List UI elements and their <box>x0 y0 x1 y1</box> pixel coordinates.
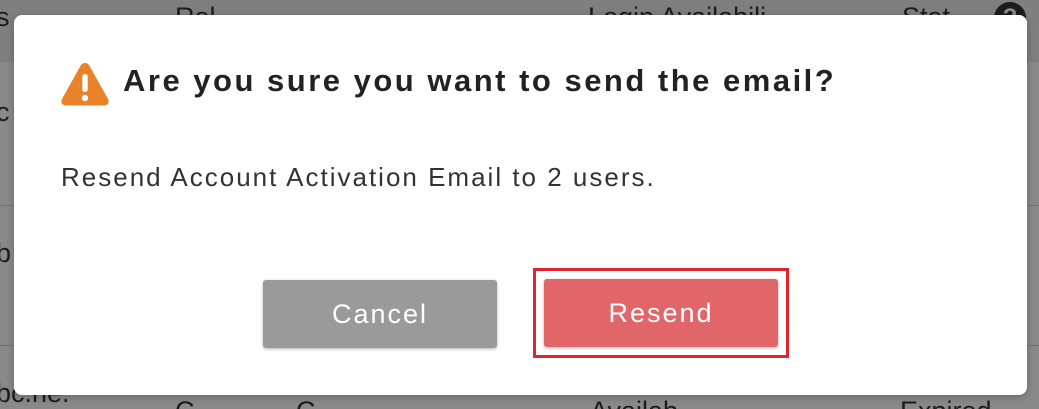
dialog-title: Are you sure you want to send the email? <box>123 63 837 98</box>
cancel-button[interactable]: Cancel <box>263 280 497 348</box>
resend-button[interactable]: Resend <box>544 279 778 347</box>
dialog-message: Resend Account Activation Email to 2 use… <box>61 162 656 192</box>
confirm-dialog: Are you sure you want to send the email?… <box>14 15 1027 395</box>
warning-triangle-icon <box>61 63 109 106</box>
